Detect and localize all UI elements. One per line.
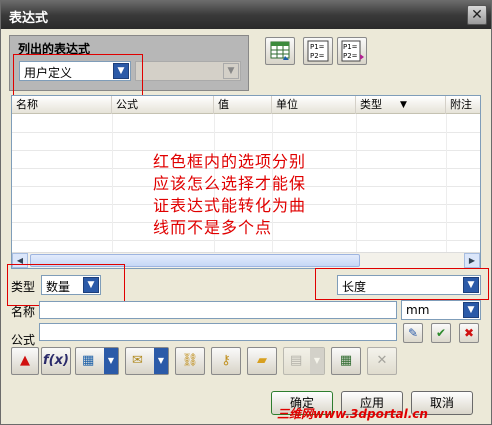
key-icon: ⚷ [221, 353, 231, 368]
function-icon: f(x) [43, 353, 69, 368]
accept-button[interactable]: ✔ [431, 323, 451, 343]
measure-icon: ▦ [82, 353, 95, 368]
annotation-line: 红色框内的选项分别 [153, 152, 307, 171]
edit-icon: ✎ [407, 326, 419, 340]
triangle-up-icon: ▲ [20, 353, 30, 368]
measure-button[interactable]: ▦ ▼ [75, 347, 119, 375]
svg-text:P1=: P1= [310, 43, 325, 51]
play-p1-p2-button[interactable]: P1= P2= [337, 37, 367, 65]
x-icon: ✖ [463, 326, 475, 340]
column-header-formula[interactable]: 公式 [112, 96, 214, 114]
svg-text:P2=: P2= [310, 52, 325, 60]
svg-text:P1=: P1= [343, 43, 358, 51]
chevron-down-icon: ▼ [463, 302, 479, 318]
edit-formula-button[interactable]: ✎ [403, 323, 423, 343]
link-button[interactable]: ⛓ [175, 347, 205, 375]
column-header-value[interactable]: 值 [214, 96, 272, 114]
svg-text:P2=: P2= [343, 52, 358, 60]
x-icon: ✕ [376, 353, 388, 368]
spreadsheet-button[interactable] [265, 37, 295, 65]
column-header-type[interactable]: 类型 ▼ [356, 96, 446, 114]
name-input[interactable] [39, 301, 397, 319]
annotation-line: 应该怎么选择才能保 [153, 174, 307, 193]
table-header: 名称 公式 值 单位 类型 ▼ 附注 [12, 96, 480, 114]
formula-input[interactable] [39, 323, 397, 341]
open-folder-button[interactable]: ▰ [247, 347, 277, 375]
highlight-box-filter [13, 54, 143, 96]
formula-label: 公式 [11, 333, 36, 347]
name-label: 名称 [11, 305, 36, 319]
grid-icon: ▤ [290, 353, 303, 368]
list-p1-p2-button[interactable]: P1= P2= [303, 37, 333, 65]
unit-select[interactable]: mm ▼ [401, 300, 481, 320]
folder-icon: ▰ [257, 353, 267, 368]
secondary-filter-select: ▼ [135, 61, 241, 81]
column-header-unit[interactable]: 单位 [272, 96, 356, 114]
reject-button[interactable]: ✖ [459, 323, 479, 343]
p1-p2-play-icon: P1= P2= [341, 40, 364, 62]
p1-p2-list-icon: P1= P2= [307, 40, 329, 62]
reference-button[interactable]: ✉ ▼ [125, 347, 169, 375]
chevron-down-icon: ▼ [310, 348, 324, 374]
annotation-line: 线而不是多个点 [153, 218, 273, 237]
refresh-sheet-button[interactable]: ▦ [331, 347, 361, 375]
check-icon: ✔ [435, 326, 447, 340]
delete-button[interactable]: ✕ [367, 347, 397, 375]
column-header-name[interactable]: 名称 [12, 96, 112, 114]
highlight-box-dimension [315, 268, 489, 300]
chevron-down-icon: ▼ [154, 348, 168, 374]
function-button[interactable]: f(x) [41, 347, 71, 375]
expression-dialog: 表达式 ✕ 列出的表达式 用户定义 ▼ ▼ P1= P2= P1= P2= 名称… [0, 0, 492, 425]
chevron-down-icon: ▼ [104, 348, 118, 374]
tag-icon: ✉ [132, 353, 143, 368]
watermark-text: 三维网www.3dportal.cn [277, 407, 428, 421]
unit-value: mm [406, 303, 430, 317]
collapse-button[interactable]: ▲ [11, 347, 39, 375]
highlight-box-type [7, 264, 125, 306]
spreadsheet-refresh-icon: ▦ [339, 353, 353, 368]
link-icon: ⛓ [181, 353, 199, 368]
key-button[interactable]: ⚷ [211, 347, 241, 375]
scroll-right-icon[interactable]: ▶ [464, 253, 480, 268]
title-bar: 表达式 ✕ [1, 1, 491, 29]
annotation-line: 证表达式能转化为曲 [153, 196, 307, 215]
column-header-type-label: 类型 [360, 98, 382, 111]
column-header-note[interactable]: 附注 [446, 96, 480, 114]
annotation-text: 红色框内的选项分别 应该怎么选择才能保 证表达式能转化为曲 线而不是多个点 [153, 151, 353, 239]
sort-down-icon: ▼ [400, 100, 407, 110]
chevron-down-icon: ▼ [223, 63, 239, 79]
dialog-title: 表达式 [9, 11, 49, 26]
disabled-tool-button: ▤ ▼ [283, 347, 325, 375]
close-button[interactable]: ✕ [467, 5, 487, 25]
spreadsheet-icon [270, 41, 290, 60]
